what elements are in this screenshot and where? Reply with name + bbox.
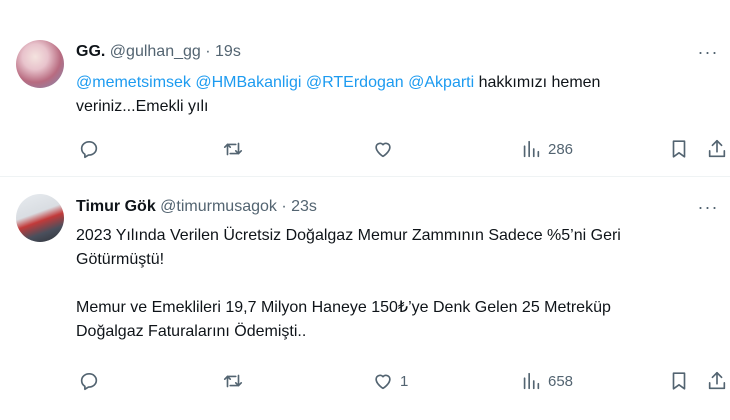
tweet-divider xyxy=(0,176,730,177)
mention-link[interactable]: @RTErdogan xyxy=(306,74,404,91)
tweet-header: Timur Gök @timurmusagok · 23s xyxy=(76,197,317,217)
retweet-icon xyxy=(223,142,243,156)
more-icon[interactable]: ··· xyxy=(694,42,722,62)
views-button[interactable]: 658 xyxy=(520,369,573,393)
bookmark-button[interactable] xyxy=(668,137,690,161)
share-icon xyxy=(708,371,726,390)
like-count: 1 xyxy=(400,372,409,390)
mention-link[interactable]: @memetsimsek xyxy=(76,74,191,91)
views-icon xyxy=(523,140,540,158)
tweet-text: @memetsimsek @HMBakanligi @RTErdogan @Ak… xyxy=(76,71,706,119)
tweet-text-segment: veriniz...Emekli yılı xyxy=(76,98,209,115)
timestamp[interactable]: 23s xyxy=(291,198,317,215)
like-icon xyxy=(375,374,391,390)
reply-button[interactable] xyxy=(78,369,106,393)
share-button[interactable] xyxy=(706,369,728,393)
share-button[interactable] xyxy=(706,137,728,161)
like-icon xyxy=(375,142,391,158)
avatar[interactable] xyxy=(16,194,64,242)
mention-link[interactable]: @HMBakanligi xyxy=(195,74,301,91)
user-handle[interactable]: @gulhan_gg xyxy=(110,43,201,60)
retweet-button[interactable] xyxy=(222,137,250,161)
views-button[interactable]: 286 xyxy=(520,137,573,161)
display-name[interactable]: Timur Gök xyxy=(76,198,156,215)
reply-icon xyxy=(80,373,98,391)
timestamp[interactable]: 19s xyxy=(215,43,241,60)
separator-dot: · xyxy=(205,43,211,60)
tweet-text-segment: 2023 Yılında Verilen Ücretsiz Doğalgaz M… xyxy=(76,227,621,244)
bookmark-icon xyxy=(672,372,686,390)
tweet-text-segment: Doğalgaz Faturalarını Ödemişti.. xyxy=(76,323,307,340)
tweet-text-segment: hakkımızı hemen xyxy=(478,74,601,91)
user-handle[interactable]: @timurmusagok xyxy=(160,198,277,215)
more-icon[interactable]: ··· xyxy=(694,197,722,217)
tweet[interactable]: GG. @gulhan_gg · 19s ··· @memetsimsek @H… xyxy=(0,0,730,177)
tweet-actions: 1 658 xyxy=(76,369,730,393)
reply-icon xyxy=(80,141,98,159)
mention-link[interactable]: @Akparti xyxy=(408,74,474,91)
tweet-actions: 286 xyxy=(76,137,730,161)
tweet-text-segment: Memur ve Emeklileri 19,7 Milyon Haneye 1… xyxy=(76,299,611,316)
views-count: 658 xyxy=(548,372,574,390)
views-count: 286 xyxy=(548,140,574,158)
views-icon xyxy=(523,372,540,390)
tweet-text: 2023 Yılında Verilen Ücretsiz Doğalgaz M… xyxy=(76,224,706,344)
like-button[interactable]: 1 xyxy=(372,369,408,393)
retweet-icon xyxy=(223,374,243,388)
tweet-header: GG. @gulhan_gg · 19s xyxy=(76,42,241,62)
retweet-button[interactable] xyxy=(222,369,250,393)
tweet[interactable]: Timur Gök @timurmusagok · 23s ··· 2023 Y… xyxy=(0,178,730,420)
like-button[interactable] xyxy=(372,137,400,161)
reply-button[interactable] xyxy=(78,137,106,161)
display-name[interactable]: GG. xyxy=(76,43,105,60)
avatar[interactable] xyxy=(16,40,64,88)
tweet-text-segment: Götürmüştü! xyxy=(76,251,165,268)
share-icon xyxy=(708,139,726,158)
bookmark-icon xyxy=(672,140,686,158)
separator-dot: · xyxy=(281,198,287,215)
bookmark-button[interactable] xyxy=(668,369,690,393)
